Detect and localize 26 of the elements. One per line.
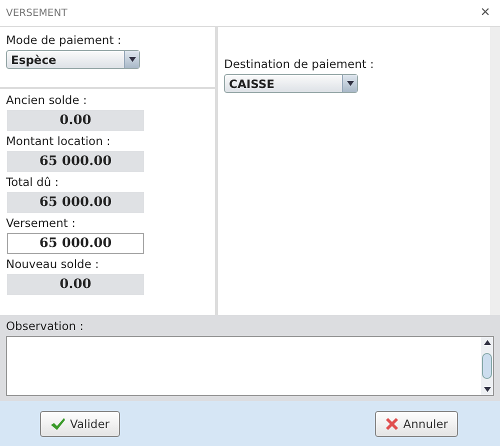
readonly-field: 0.00 bbox=[7, 274, 144, 295]
caret-up-icon[interactable] bbox=[484, 340, 490, 345]
field-label: Destination de paiement : bbox=[224, 57, 375, 71]
field-label: Montant location : bbox=[6, 134, 112, 148]
cancel-button[interactable]: Annuler bbox=[375, 410, 458, 436]
readonly-field: 65 000.00 bbox=[7, 192, 144, 213]
scrollbar[interactable] bbox=[481, 337, 493, 395]
window-title: VERSEMENT bbox=[6, 8, 68, 18]
check-icon bbox=[50, 416, 66, 430]
input-field[interactable]: 65 000.00 bbox=[7, 233, 144, 254]
validate-button[interactable]: Valider bbox=[40, 410, 120, 436]
field-label: Versement : bbox=[6, 216, 76, 230]
field-label: Total dû : bbox=[6, 175, 60, 189]
caret-icon bbox=[346, 81, 354, 86]
close-button[interactable]: × bbox=[476, 4, 494, 22]
field-label: Mode de paiement : bbox=[6, 33, 122, 47]
caret-down-icon[interactable] bbox=[484, 387, 490, 392]
field-label: Ancien solde : bbox=[6, 93, 88, 107]
dropdown[interactable]: Espèce bbox=[6, 50, 140, 69]
close-icon bbox=[385, 416, 400, 430]
dropdown[interactable]: CAISSE bbox=[224, 74, 358, 93]
field-label: Observation : bbox=[6, 319, 85, 333]
readonly-field: 65 000.00 bbox=[7, 151, 144, 172]
field-label: Nouveau solde : bbox=[6, 257, 100, 271]
readonly-field: 0.00 bbox=[7, 110, 144, 131]
caret-icon bbox=[128, 57, 136, 62]
